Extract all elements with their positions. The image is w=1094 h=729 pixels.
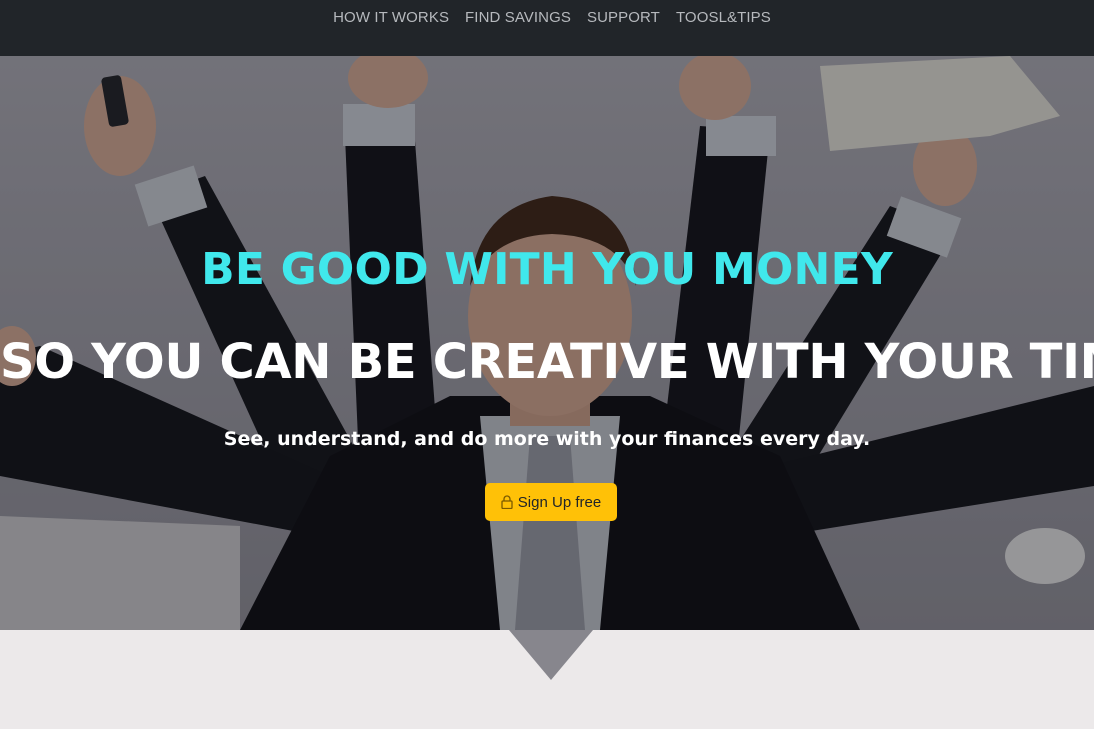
hero-section: BE GOOD WITH YOU MONEY SO YOU CAN BE CRE… (0, 56, 1094, 630)
section-pointer-arrow (509, 630, 593, 680)
signup-button-label: Sign Up free (517, 493, 602, 511)
nav-link-tools-tips[interactable]: TOOSL&TIPS (676, 9, 771, 27)
signup-button[interactable]: Sign Up free (485, 483, 617, 521)
nav-links: HOW IT WORKS FIND SAVINGS SUPPORT TOOSL&… (333, 9, 771, 27)
nav-link-find-savings[interactable]: FIND SAVINGS (465, 9, 571, 27)
hero-content: BE GOOD WITH YOU MONEY SO YOU CAN BE CRE… (0, 56, 1094, 630)
lock-icon (501, 495, 513, 510)
hero-subheadline: SO YOU CAN BE CREATIVE WITH YOUR TIME (0, 334, 1094, 390)
nav-link-support[interactable]: SUPPORT (587, 9, 660, 27)
hero-tagline: See, understand, and do more with your f… (223, 428, 871, 450)
hero-headline: BE GOOD WITH YOU MONEY (201, 244, 893, 295)
top-navbar: HOW IT WORKS FIND SAVINGS SUPPORT TOOSL&… (0, 0, 1094, 56)
nav-link-how-it-works[interactable]: HOW IT WORKS (333, 9, 449, 27)
